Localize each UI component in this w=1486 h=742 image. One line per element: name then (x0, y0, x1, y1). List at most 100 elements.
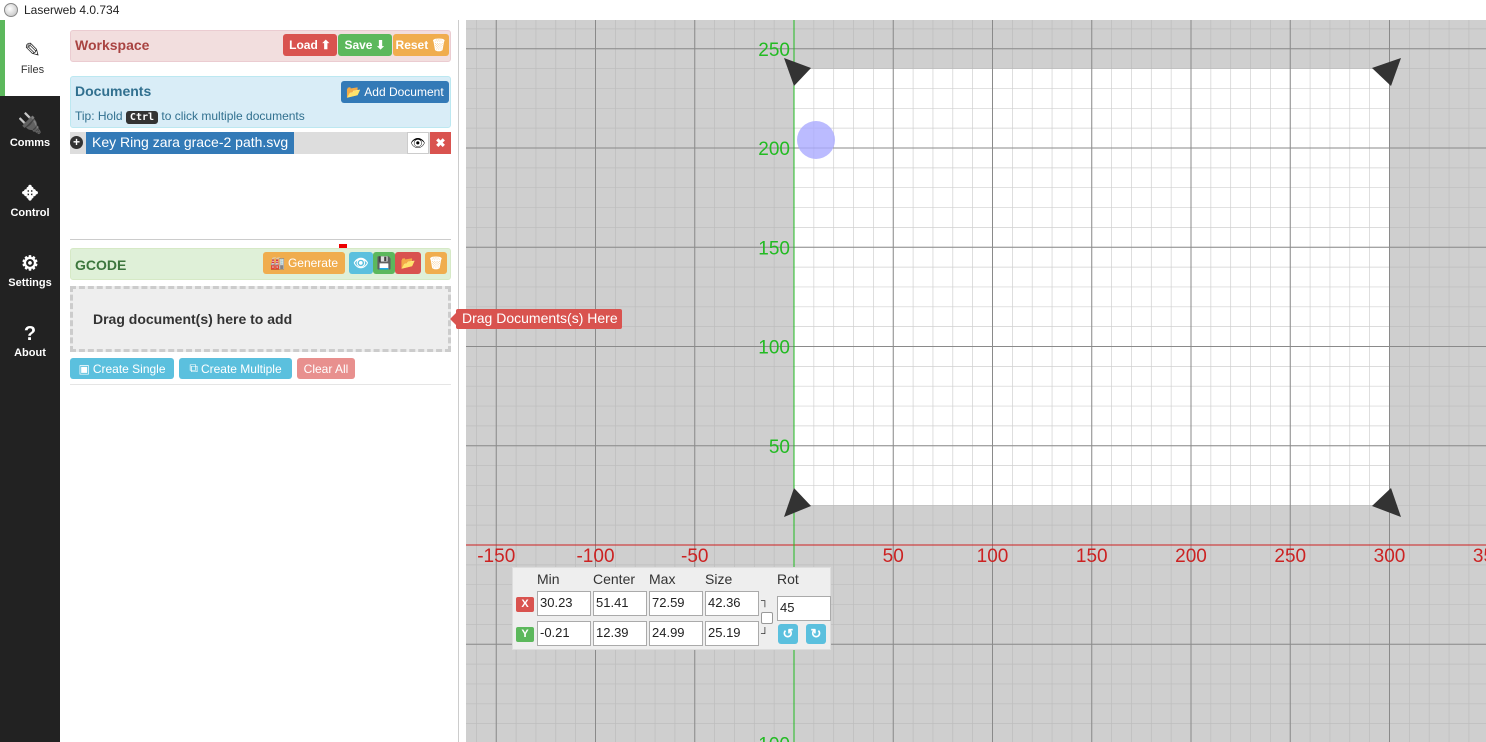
folder-open-icon: 📂 (346, 85, 362, 99)
clear-all-label: Clear All (303, 361, 349, 376)
rotate-ccw-icon[interactable]: ↺ (778, 624, 798, 644)
nav-control[interactable]: ✥ Control (0, 166, 60, 236)
header-max: Max (649, 571, 676, 587)
tip-suffix: to click multiple documents (161, 109, 305, 123)
documents-bar: Documents 📂 Add Document Tip: Hold Ctrl … (70, 76, 451, 128)
nav-control-label: Control (10, 207, 50, 219)
workspace-bar: Workspace Load ⬆ Save ⬇ Reset 🗑 (70, 30, 451, 62)
header-size: Size (705, 571, 733, 587)
edit-icon: ✎ (24, 40, 41, 62)
y-tick-label: 250 (758, 40, 790, 61)
y-tick-label: 150 (758, 238, 790, 259)
upload-icon: ⬆ (320, 38, 331, 52)
create-single-label: Create Single (92, 361, 166, 376)
document-name[interactable]: Key Ring zara grace-2 path.svg (86, 132, 295, 154)
object-group-icon: ▣ (78, 361, 90, 376)
y-tick-label: 200 (758, 139, 790, 160)
nav-about-label: About (14, 347, 46, 359)
nav-settings[interactable]: ⚙ Settings (0, 236, 60, 306)
bracket-top-icon: ┐ (761, 595, 769, 607)
documents-title: Documents (75, 83, 152, 99)
clear-all-button[interactable]: Clear All (297, 358, 355, 379)
laser-position-marker (797, 121, 835, 159)
download-icon: ⬇ (375, 38, 386, 52)
divider (70, 384, 451, 385)
save-label: Save (344, 38, 373, 52)
x-tick-label: 100 (977, 546, 1009, 567)
question-icon: ? (23, 323, 37, 345)
y-min-field[interactable]: -0.21 (537, 621, 591, 646)
nav-about[interactable]: ? About (0, 306, 60, 376)
drag-documents-tooltip: Drag Documents(s) Here (450, 309, 622, 329)
window-title: Laserweb 4.0.734 (24, 3, 120, 17)
y-center-field[interactable]: 12.39 (593, 621, 647, 646)
x-center-field[interactable]: 51.41 (593, 591, 647, 616)
rotate-cw-icon[interactable]: ↻ (806, 624, 826, 644)
save-workspace-button[interactable]: Save ⬇ (338, 34, 392, 56)
eye-icon: 👁 (353, 256, 369, 270)
add-document-button[interactable]: 📂 Add Document (341, 81, 449, 103)
divider (70, 239, 451, 240)
title-bar: Laserweb 4.0.734 (0, 0, 1486, 20)
x-max-field[interactable]: 72.59 (649, 591, 703, 616)
generate-button[interactable]: 🏭 Generate (263, 252, 345, 274)
y-max-field[interactable]: 24.99 (649, 621, 703, 646)
x-tick-label: 50 (883, 546, 904, 567)
x-tick-label: 250 (1274, 546, 1306, 567)
nav-files-label: Files (20, 64, 45, 76)
tip-key: Ctrl (125, 111, 159, 124)
left-nav: ✎ Files 🔌 Comms ✥ Control ⚙ Settings ? A… (0, 20, 60, 742)
view-gcode-button[interactable]: 👁 (349, 252, 373, 274)
object-ungroup-icon: ⧉ (189, 361, 198, 375)
clear-gcode-button[interactable]: 🗑 (425, 252, 447, 274)
plug-icon: 🔌 (17, 113, 43, 135)
aspect-lock-checkbox[interactable] (761, 612, 773, 624)
gears-icon: ⚙ (21, 253, 39, 275)
nav-comms-label: Comms (9, 137, 51, 149)
load-label: Load (289, 38, 318, 52)
trash-icon: 🗑 (428, 256, 444, 270)
nav-files[interactable]: ✎ Files (0, 20, 60, 96)
x-tick-label: -50 (681, 546, 708, 567)
files-panel: Workspace Load ⬆ Save ⬇ Reset 🗑 Document… (60, 20, 458, 742)
arrows-icon: ✥ (21, 183, 39, 205)
close-icon[interactable]: ✖ (430, 132, 451, 154)
tip-prefix: Tip: Hold (75, 109, 123, 123)
header-min: Min (537, 571, 560, 587)
y-tick-label: 100 (758, 338, 790, 359)
y-tick-label: 50 (769, 437, 790, 458)
operations-dropzone[interactable]: Drag document(s) here to add (70, 286, 451, 352)
folder-open-icon: 📂 (400, 256, 416, 270)
document-row[interactable]: + Key Ring zara grace-2 path.svg 👁 ✖ (70, 132, 451, 154)
reset-workspace-button[interactable]: Reset 🗑 (393, 34, 449, 56)
eye-icon[interactable]: 👁 (407, 132, 429, 154)
x-min-field[interactable]: 30.23 (537, 591, 591, 616)
x-tick-label: -100 (576, 546, 614, 567)
x-tick-label: -150 (477, 546, 515, 567)
create-single-button[interactable]: ▣ Create Single (70, 358, 174, 379)
load-workspace-button[interactable]: Load ⬆ (283, 34, 337, 56)
create-multiple-label: Create Multiple (200, 361, 282, 376)
factory-icon: 🏭 (270, 256, 285, 270)
gcode-title: GCODE (75, 257, 127, 273)
y-size-field[interactable]: 25.19 (705, 621, 759, 646)
bracket-bottom-icon: ┘ (761, 628, 769, 640)
reset-label: Reset (395, 38, 429, 52)
x-tick-labels: -150 -100 -50 50 100 150 200 250 300 350 (477, 546, 1486, 567)
app-logo-icon (4, 3, 18, 17)
x-tick-label: 300 (1374, 546, 1406, 567)
transform-panel: Min Center Max Size Rot X 30.23 51.41 72… (512, 567, 831, 650)
trash-icon: 🗑 (431, 38, 447, 52)
floppy-icon: 💾 (376, 256, 392, 270)
gcode-bar: GCODE 🏭 Generate 👁 💾 📂 🗑 (70, 248, 451, 280)
create-multiple-button[interactable]: ⧉ Create Multiple (179, 358, 292, 379)
save-gcode-button[interactable]: 💾 (373, 252, 395, 274)
x-size-field[interactable]: 42.36 (705, 591, 759, 616)
panel-splitter[interactable] (458, 20, 466, 742)
x-tick-label: 200 (1175, 546, 1207, 567)
nav-comms[interactable]: 🔌 Comms (0, 96, 60, 166)
rotation-field[interactable]: 45 (777, 596, 831, 621)
x-tick-label: 350 (1473, 546, 1486, 567)
load-gcode-button[interactable]: 📂 (395, 252, 421, 274)
expand-plus-icon[interactable]: + (70, 136, 83, 149)
